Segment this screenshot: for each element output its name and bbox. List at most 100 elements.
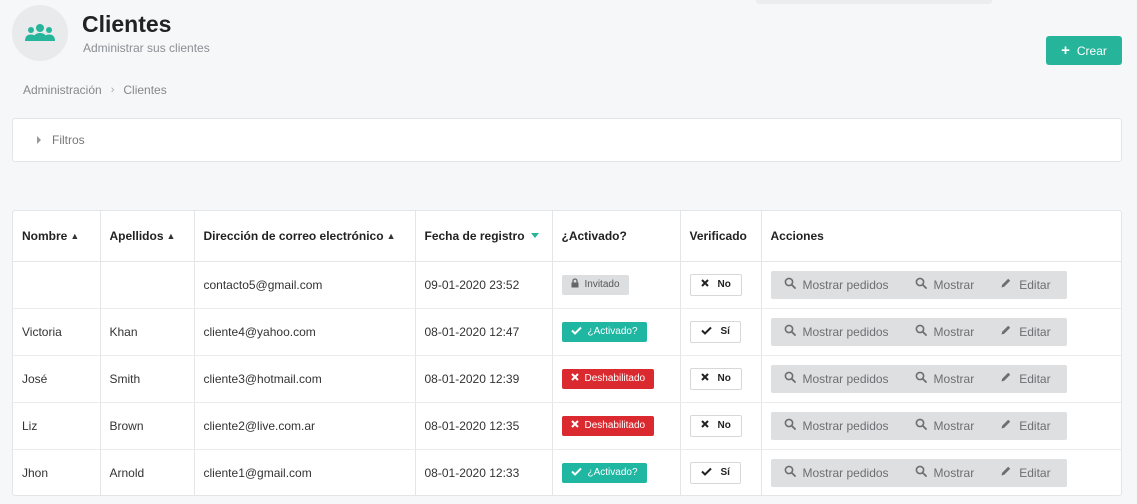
- show-button[interactable]: Mostrar: [902, 365, 988, 393]
- status-badge: ¿Activado?: [561, 321, 647, 342]
- column-header-activado: ¿Activado?: [552, 211, 681, 262]
- column-header-apellidos[interactable]: Apellidos ▲︎: [100, 211, 195, 262]
- cell-email: cliente1@gmail.com: [194, 449, 416, 495]
- show-orders-button[interactable]: Mostrar pedidos: [771, 459, 902, 487]
- column-label: Nombre: [22, 228, 68, 243]
- check-icon: [570, 326, 582, 338]
- table-header-row: Nombre ▲︎ Apellidos ▲︎ Dirección de correo…: [13, 211, 1121, 262]
- cell-nombre: José: [13, 355, 101, 403]
- edit-button[interactable]: Editar: [987, 365, 1063, 393]
- show-label: Mostrar: [933, 465, 975, 480]
- verified-toggle-button[interactable]: No: [689, 273, 742, 296]
- edit-label: Editar: [1019, 277, 1051, 292]
- cell-acciones: Mostrar pedidos Mostrar Editar: [761, 355, 1121, 403]
- edit-button[interactable]: Editar: [987, 412, 1063, 440]
- search-icon: [915, 465, 927, 480]
- search-icon: [784, 371, 796, 386]
- check-icon: [700, 467, 712, 479]
- create-button[interactable]: + Crear: [1046, 36, 1122, 65]
- status-badge-label: Deshabilitado: [584, 420, 646, 431]
- status-badge: Deshabilitado: [561, 415, 655, 436]
- status-badge-label: ¿Activado?: [587, 326, 638, 337]
- search-icon: [915, 371, 927, 386]
- edit-button[interactable]: Editar: [987, 271, 1063, 299]
- check-icon: [570, 467, 582, 479]
- chevron-right-icon: ›: [110, 84, 115, 96]
- top-search-bar[interactable]: [756, 0, 992, 4]
- cell-email: cliente3@hotmail.com: [194, 355, 416, 403]
- cell-fecha: 08-01-2020 12:39: [415, 355, 553, 403]
- column-header-fecha[interactable]: Fecha de registro: [415, 211, 553, 262]
- column-header-nombre[interactable]: Nombre ▲︎: [13, 211, 101, 262]
- verified-label: No: [717, 420, 731, 431]
- pencil-icon: [1000, 324, 1012, 339]
- edit-button[interactable]: Editar: [987, 459, 1063, 487]
- verified-toggle-button[interactable]: Sí: [689, 461, 741, 484]
- times-icon: [700, 279, 709, 290]
- pencil-icon: [1000, 418, 1012, 433]
- breadcrumb-item-administracion[interactable]: Administración: [23, 83, 102, 97]
- show-orders-label: Mostrar pedidos: [802, 418, 889, 433]
- show-button[interactable]: Mostrar: [902, 271, 988, 299]
- cell-nombre: Victoria: [13, 308, 101, 356]
- check-icon: [700, 326, 712, 338]
- column-label: Fecha de registro: [424, 228, 525, 243]
- search-icon: [915, 277, 927, 292]
- filters-toggle[interactable]: Filtros: [12, 118, 1122, 162]
- users-icon: [12, 5, 68, 61]
- edit-label: Editar: [1019, 465, 1051, 480]
- actions-group: Mostrar pedidos Mostrar Editar: [770, 270, 1067, 299]
- show-orders-button[interactable]: Mostrar pedidos: [771, 271, 902, 299]
- breadcrumb: Administración › Clientes: [23, 83, 167, 97]
- times-icon: [700, 420, 709, 431]
- show-orders-button[interactable]: Mostrar pedidos: [771, 318, 902, 346]
- cell-verificado: No: [680, 402, 762, 450]
- edit-label: Editar: [1019, 418, 1051, 433]
- sort-icon: ▲︎: [70, 230, 80, 241]
- cell-verificado: Sí: [680, 308, 762, 356]
- search-icon: [784, 277, 796, 292]
- verified-toggle-button[interactable]: No: [689, 414, 742, 437]
- create-button-label: Crear: [1076, 43, 1107, 58]
- show-orders-button[interactable]: Mostrar pedidos: [771, 412, 902, 440]
- pencil-icon: [1000, 277, 1012, 292]
- pencil-icon: [1000, 465, 1012, 480]
- verified-label: No: [717, 279, 731, 290]
- show-label: Mostrar: [933, 324, 975, 339]
- cell-apellidos: [100, 261, 195, 309]
- edit-label: Editar: [1019, 324, 1051, 339]
- cell-activado: Deshabilitado: [552, 355, 681, 403]
- actions-group: Mostrar pedidos Mostrar Editar: [770, 317, 1067, 346]
- verified-toggle-button[interactable]: No: [689, 367, 742, 390]
- cell-nombre: [13, 261, 101, 309]
- table-row: contacto5@gmail.com 09-01-2020 23:52 Invit…: [13, 261, 1121, 309]
- cell-activado: ¿Activado?: [552, 308, 681, 356]
- status-badge-label: Invitado: [584, 279, 620, 290]
- plus-icon: +: [1061, 42, 1070, 59]
- show-button[interactable]: Mostrar: [902, 318, 988, 346]
- verified-toggle-button[interactable]: Sí: [689, 320, 741, 343]
- page-title: Clientes: [82, 11, 172, 37]
- status-badge: ¿Activado?: [561, 462, 647, 483]
- show-label: Mostrar: [933, 371, 975, 386]
- edit-button[interactable]: Editar: [987, 318, 1063, 346]
- user-secret-icon: [571, 278, 579, 291]
- column-header-email[interactable]: Dirección de correo electrónico ▲︎: [194, 211, 416, 262]
- actions-group: Mostrar pedidos Mostrar Editar: [770, 364, 1067, 393]
- column-header-acciones: Acciones: [761, 211, 1121, 262]
- cell-email: cliente4@yahoo.com: [194, 308, 416, 356]
- sort-icon: ▲︎: [386, 230, 396, 241]
- cell-acciones: Mostrar pedidos Mostrar Editar: [761, 449, 1121, 495]
- show-button[interactable]: Mostrar: [902, 412, 988, 440]
- filters-label: Filtros: [52, 133, 85, 147]
- cell-nombre: Jhon: [13, 449, 101, 495]
- cell-fecha: 09-01-2020 23:52: [415, 261, 553, 309]
- cell-fecha: 08-01-2020 12:33: [415, 449, 553, 495]
- cell-apellidos: Khan: [100, 308, 195, 356]
- search-icon: [784, 418, 796, 433]
- cell-activado: Invitado: [552, 261, 681, 309]
- search-icon: [915, 418, 927, 433]
- show-orders-button[interactable]: Mostrar pedidos: [771, 365, 902, 393]
- show-button[interactable]: Mostrar: [902, 459, 988, 487]
- column-header-verificado: Verificado: [680, 211, 762, 262]
